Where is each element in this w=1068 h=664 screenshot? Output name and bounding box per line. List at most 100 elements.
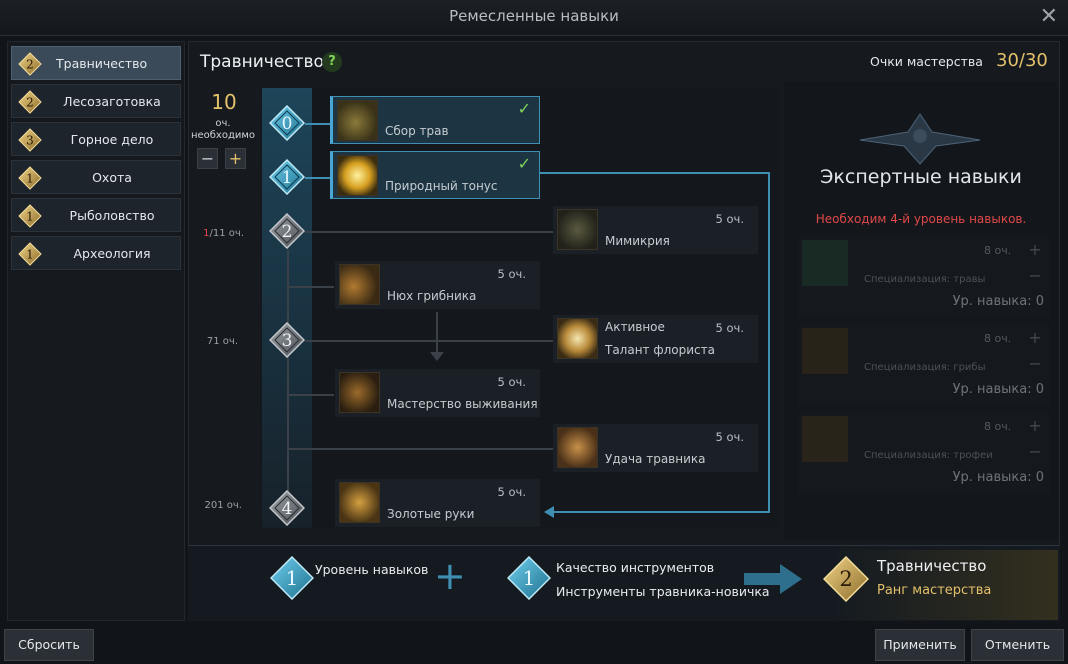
connector-line (288, 448, 556, 450)
plus-icon[interactable]: + (1026, 328, 1044, 347)
expert-skill-level: Ур. навыка: 0 (952, 294, 1044, 309)
skill-name: Сбор трав (385, 124, 449, 138)
skill-natural-tone[interactable]: Природный тонус ✓ (330, 151, 540, 199)
expert-skill-level: Ур. навыка: 0 (952, 470, 1044, 485)
connector-line (288, 394, 334, 396)
tier-node-4: 4 (269, 490, 305, 526)
connector-line (305, 123, 333, 125)
tier-4-points-note: 201 оч. (204, 500, 242, 511)
arrow-right-icon (744, 564, 802, 594)
skill-cost: 5 оч. (715, 321, 744, 335)
minus-icon[interactable]: − (1026, 442, 1044, 461)
trophies-specialization-icon (802, 416, 848, 462)
survival-mastery-icon (339, 372, 380, 413)
skill-cost: 5 оч. (497, 485, 526, 499)
skill-mushroom-sense[interactable]: 5 оч. Нюх грибника (335, 261, 540, 309)
sidebar-item-label: Лесозаготовка (63, 93, 161, 109)
florist-talent-icon (557, 318, 598, 359)
skill-cost: 5 оч. (715, 430, 744, 444)
tree-trunk-line (287, 250, 289, 508)
skill-type-label: Активное (605, 320, 665, 334)
minus-icon[interactable]: − (1026, 266, 1044, 285)
level-diamond-icon: 1 (18, 204, 42, 228)
connector-line (305, 231, 557, 233)
sidebar-item-fishing[interactable]: 1 Рыболовство (11, 198, 181, 232)
tier-2-points-total: /11 оч. (209, 228, 244, 239)
window-title: Ремесленные навыки (449, 7, 619, 25)
skill-name: Нюх грибника (387, 289, 477, 303)
sidebar-item-logging[interactable]: 2 Лесозаготовка (11, 84, 181, 118)
apply-button[interactable]: Применить (875, 629, 965, 661)
skill-name: Талант флориста (605, 343, 715, 357)
level-diamond-icon: 2 (18, 90, 42, 114)
skill-name: Мастерство выживания (387, 397, 538, 411)
plus-icon[interactable]: + (1026, 240, 1044, 259)
sidebar-item-hunting[interactable]: 1 Охота (11, 160, 181, 194)
sidebar-item-archaeology[interactable]: 1 Археология (11, 236, 181, 270)
mastery-points-value: 30/30 (996, 50, 1048, 71)
tier-node-0: 0 (269, 105, 305, 141)
expert-skills-warning: Необходим 4-й уровень навыков. (815, 212, 1027, 226)
golden-hands-icon (339, 482, 380, 523)
plus-icon[interactable]: + (1026, 416, 1044, 435)
tier-node-2: 2 (269, 213, 305, 249)
expert-skill-cost: 8 оч. (984, 332, 1012, 345)
sidebar-item-label: Археология (73, 245, 151, 261)
skill-name: Удача травника (605, 452, 706, 466)
arrow-down-icon (430, 352, 444, 361)
level-diamond-icon: 3 (18, 128, 42, 152)
skill-name: Мимикрия (605, 234, 670, 248)
skill-golden-hands[interactable]: 5 оч. Золотые руки (335, 479, 540, 527)
result-profession-title: Травничество (877, 557, 987, 575)
expert-skill-level: Ур. навыка: 0 (952, 382, 1044, 397)
skill-survival-mastery[interactable]: 5 оч. Мастерство выживания (335, 369, 540, 417)
reset-button[interactable]: Сбросить (4, 629, 94, 661)
skill-herb-gathering[interactable]: Сбор трав ✓ (330, 96, 540, 144)
mastery-rank-diamond-icon: 2 (823, 556, 869, 602)
expert-skill-spec: Специализация: травы (864, 274, 986, 285)
expert-skill-card[interactable]: 8 оч. + − Специализация: грибы Ур. навык… (798, 324, 1050, 406)
arrow-left-icon (544, 506, 554, 518)
sidebar-item-mining[interactable]: 3 Горное дело (11, 122, 181, 156)
expert-skills-title: Экспертные навыки (820, 166, 1022, 188)
minus-icon[interactable]: − (1026, 354, 1044, 373)
crest-emblem-icon (859, 113, 981, 165)
page-title: Травничество (200, 52, 324, 72)
help-icon[interactable]: ? (322, 52, 342, 72)
svg-text:0: 0 (282, 114, 293, 134)
connector-line (436, 312, 438, 356)
level-diamond-icon: 1 (18, 242, 42, 266)
tool-quality-diamond-icon: 1 (507, 556, 551, 600)
close-icon[interactable]: ✕ (1040, 4, 1058, 29)
tier-node-1: 1 (269, 159, 305, 195)
skill-name: Природный тонус (385, 179, 498, 193)
svg-text:1: 1 (26, 248, 34, 262)
connector-line (305, 177, 333, 179)
skill-mimicry[interactable]: 5 оч. Мимикрия (553, 206, 758, 254)
expert-skill-spec: Специализация: грибы (864, 362, 986, 373)
natural-tone-icon (337, 155, 378, 196)
expert-skill-card[interactable]: 8 оч. + − Специализация: травы Ур. навык… (798, 236, 1050, 318)
herbs-specialization-icon (802, 240, 848, 286)
plus-button[interactable]: + (225, 148, 246, 169)
expert-skill-cost: 8 оч. (984, 420, 1012, 433)
skill-level-diamond-icon: 1 (270, 556, 314, 600)
svg-text:3: 3 (282, 331, 293, 351)
skill-florist-talent[interactable]: 5 оч. Активное Талант флориста (553, 315, 758, 363)
sidebar-item-herbalism[interactable]: 2 Травничество (11, 46, 181, 80)
expert-skill-cost: 8 оч. (984, 244, 1012, 257)
tool-quality-label: Качество инструментов (556, 560, 715, 575)
skill-name: Золотые руки (387, 507, 475, 521)
herb-gathering-icon (337, 100, 378, 141)
route-line (554, 511, 770, 513)
plus-sign-icon: + (434, 554, 466, 598)
expert-skill-card[interactable]: 8 оч. + − Специализация: трофеи Ур. навы… (798, 412, 1050, 494)
skill-herbalist-luck[interactable]: 5 оч. Удача травника (553, 424, 758, 472)
svg-text:4: 4 (282, 499, 293, 519)
cancel-button[interactable]: Отменить (971, 629, 1064, 661)
expert-skill-spec: Специализация: трофеи (864, 450, 993, 461)
svg-text:1: 1 (523, 566, 536, 590)
svg-text:2: 2 (282, 222, 293, 242)
minus-button[interactable]: − (197, 148, 218, 169)
connector-line (288, 286, 334, 288)
